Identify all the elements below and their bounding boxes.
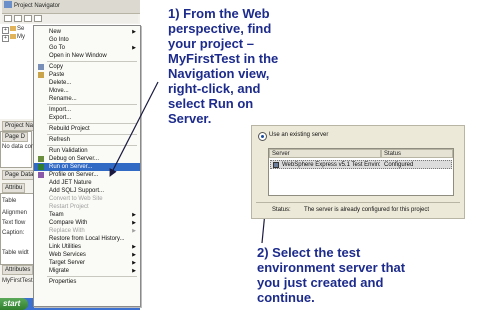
annotation-line: select Run on: [168, 96, 254, 111]
annotation-line: you just created and: [257, 275, 384, 290]
annotation-line: right-click, and: [168, 81, 261, 96]
annotation-line: 1) From the Web: [168, 6, 270, 21]
annotation-line: Server.: [168, 111, 212, 126]
table-row[interactable]: WebSphere Express v5.1 Test Environ... C…: [270, 160, 452, 169]
server-name-cell: WebSphere Express v5.1 Test Environ...: [282, 162, 380, 168]
annotation-step-1: 1) From the Web perspective, find your p…: [168, 6, 278, 126]
annotation-step-2: 2) Select the test environment server th…: [257, 245, 405, 305]
server-table: Server Status WebSphere Express v5.1 Tes…: [268, 148, 454, 196]
existing-server-radio[interactable]: [258, 132, 267, 141]
annotation-line: perspective, find: [168, 21, 272, 36]
annotation-line: MyFirstTest in the: [168, 51, 279, 66]
annotation-line: environment server that: [257, 260, 406, 275]
annotation-line: Navigation view,: [168, 66, 270, 81]
status-text: The server is already configured for thi…: [304, 207, 430, 213]
server-column-header[interactable]: Server: [269, 149, 381, 158]
annotation-line: continue.: [257, 290, 315, 305]
server-selection-dialog: Use an existing server Server Status Web…: [251, 125, 465, 219]
server-status-cell: Configured: [384, 162, 414, 168]
status-label: Status:: [272, 207, 291, 213]
annotation-line: your project –: [168, 36, 254, 51]
annotation-line: 2) Select the test: [257, 245, 361, 260]
existing-server-label: Use an existing server: [269, 132, 329, 138]
arrow-to-run-on-server: [109, 81, 159, 177]
server-icon: [273, 162, 279, 168]
divider: [256, 202, 460, 203]
status-column-header[interactable]: Status: [381, 149, 453, 158]
